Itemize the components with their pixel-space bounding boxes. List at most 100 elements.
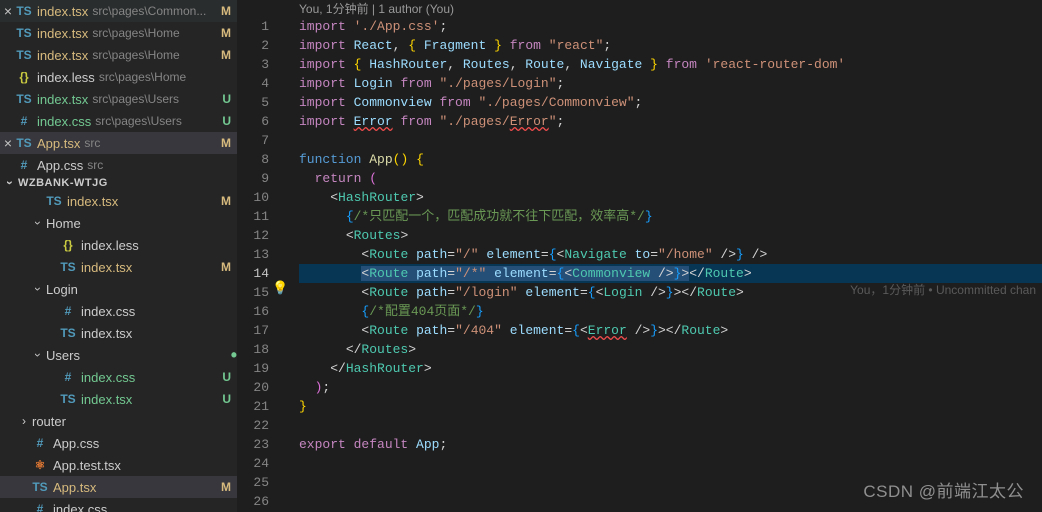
file-path: src\pages\Common... xyxy=(92,4,206,18)
file-name: index.tsx xyxy=(37,92,88,107)
file-name: index.tsx xyxy=(37,4,88,19)
code-line[interactable]: import { HashRouter, Routes, Route, Navi… xyxy=(299,55,1042,74)
tree-file-item[interactable]: TSApp.tsxM xyxy=(0,476,237,498)
file-icon: TS xyxy=(32,479,48,495)
file-name: index.tsx xyxy=(67,194,118,209)
open-editor-item[interactable]: ×TSindex.tsxsrc\pages\HomeM xyxy=(0,44,237,66)
code-line[interactable]: <HashRouter> xyxy=(299,188,1042,207)
open-editor-item[interactable]: ×{}index.lesssrc\pages\Home xyxy=(0,66,237,88)
git-status-badge: U xyxy=(222,392,231,406)
open-editor-item[interactable]: ×#index.csssrc\pages\UsersU xyxy=(0,110,237,132)
code-line[interactable] xyxy=(299,416,1042,435)
file-icon: TS xyxy=(16,3,32,19)
open-editor-item[interactable]: ×TSApp.tsxsrcM xyxy=(0,132,237,154)
file-path: src xyxy=(87,158,103,172)
line-number: 21 xyxy=(237,397,269,416)
tree-file-item[interactable]: TSindex.tsxU xyxy=(0,388,237,410)
code-line[interactable] xyxy=(299,454,1042,473)
file-path: src\pages\Home xyxy=(92,26,179,40)
code-line[interactable]: import Commonview from "./pages/Commonvi… xyxy=(299,93,1042,112)
file-icon: # xyxy=(60,303,76,319)
file-icon: TS xyxy=(16,135,32,151)
file-icon: # xyxy=(60,369,76,385)
sidebar: ×TSindex.tsxsrc\pages\Common...M×TSindex… xyxy=(0,0,237,512)
folder-name: Home xyxy=(46,216,81,231)
folder-row[interactable]: ›Users• xyxy=(0,344,237,366)
close-icon[interactable]: × xyxy=(0,135,16,151)
file-name: index.css xyxy=(53,502,107,512)
file-name: App.css xyxy=(37,158,83,173)
code-line[interactable]: import React, { Fragment } from "react"; xyxy=(299,36,1042,55)
line-number: 18 xyxy=(237,340,269,359)
line-number: 8 xyxy=(237,150,269,169)
tree-file-item[interactable]: TS index.tsx xyxy=(0,322,237,344)
open-editor-item[interactable]: ×TSindex.tsxsrc\pages\HomeM xyxy=(0,22,237,44)
open-editor-item[interactable]: ×#App.csssrc xyxy=(0,154,237,176)
file-icon: TS xyxy=(16,47,32,63)
file-path: src\pages\Users xyxy=(95,114,182,128)
code-line[interactable]: </HashRouter> xyxy=(299,359,1042,378)
close-icon[interactable]: × xyxy=(0,3,16,19)
file-icon: TS xyxy=(60,259,76,275)
file-name: App.css xyxy=(53,436,99,451)
code-line[interactable]: export default App; xyxy=(299,435,1042,454)
project-section-header[interactable]: › WZBANK-WTJG xyxy=(0,176,237,190)
code-line[interactable]: import Error from "./pages/Error"; xyxy=(299,112,1042,131)
code-line[interactable] xyxy=(299,131,1042,150)
code-line[interactable]: </Routes> xyxy=(299,340,1042,359)
file-name: index.tsx xyxy=(81,392,132,407)
chevron-icon: › xyxy=(31,347,45,363)
line-number: 19 xyxy=(237,359,269,378)
git-status-badge: M xyxy=(221,260,231,274)
tree-file-item[interactable]: TS index.tsx M xyxy=(0,256,237,278)
file-name: App.tsx xyxy=(37,136,80,151)
line-number: 11 xyxy=(237,207,269,226)
tree-file-item[interactable]: {}index.less xyxy=(0,234,237,256)
file-icon: TS xyxy=(16,91,32,107)
code-line[interactable]: return ( xyxy=(299,169,1042,188)
line-number: 23 xyxy=(237,435,269,454)
code-line[interactable]: import './App.css'; xyxy=(299,17,1042,36)
file-icon: TS xyxy=(16,25,32,41)
line-number: 5 xyxy=(237,93,269,112)
file-icon: TS xyxy=(60,325,76,341)
file-icon: ⚛ xyxy=(32,457,48,473)
code-area[interactable]: 1234567891011121314151617181920212223242… xyxy=(237,17,1042,512)
chevron-icon: › xyxy=(31,281,45,297)
folder-name: router xyxy=(32,414,66,429)
line-number: 3 xyxy=(237,55,269,74)
file-icon: # xyxy=(32,501,48,512)
open-editor-item[interactable]: ×TSindex.tsxsrc\pages\Common...M xyxy=(0,0,237,22)
code-line[interactable]: ); xyxy=(299,378,1042,397)
codelens[interactable]: You, 1分钟前 | 1 author (You) xyxy=(237,0,1042,17)
file-icon: # xyxy=(16,157,32,173)
code-lines[interactable]: import './App.css';import React, { Fragm… xyxy=(287,17,1042,512)
tree-file-item[interactable]: #index.cssU xyxy=(0,366,237,388)
code-line[interactable]: <Route path="/404" element={<Error />}><… xyxy=(299,321,1042,340)
folder-row[interactable]: ›router xyxy=(0,410,237,432)
folder-row[interactable]: ›Home xyxy=(0,212,237,234)
code-line[interactable]: {/*只匹配一个，匹配成功就不往下匹配，效率高*/} xyxy=(299,207,1042,226)
tree-file-item[interactable]: #index.css xyxy=(0,300,237,322)
file-icon: {} xyxy=(16,69,32,85)
file-name: index.tsx xyxy=(81,260,132,275)
code-line[interactable]: <Routes> xyxy=(299,226,1042,245)
tree-file-item[interactable]: TSindex.tsxM xyxy=(0,190,237,212)
folder-row[interactable]: ›Login xyxy=(0,278,237,300)
tree-file-item[interactable]: # index.css xyxy=(0,498,237,512)
open-editor-item[interactable]: ×TSindex.tsxsrc\pages\UsersU xyxy=(0,88,237,110)
file-name: index.tsx xyxy=(81,326,132,341)
git-status-badge: M xyxy=(221,26,231,40)
line-number: 17 xyxy=(237,321,269,340)
code-line[interactable]: import Login from "./pages/Login"; xyxy=(299,74,1042,93)
line-number-gutter: 1234567891011121314151617181920212223242… xyxy=(237,17,287,512)
lightbulb-icon[interactable]: 💡 xyxy=(272,281,286,296)
chevron-icon: › xyxy=(16,414,32,428)
code-line[interactable]: {/*配置404页面*/} xyxy=(299,302,1042,321)
tree-file-item[interactable]: #App.css xyxy=(0,432,237,454)
git-status-badge: M xyxy=(221,48,231,62)
tree-file-item[interactable]: ⚛App.test.tsx xyxy=(0,454,237,476)
code-line[interactable]: <Route path="/" element={<Navigate to="/… xyxy=(299,245,1042,264)
code-line[interactable]: function App() { xyxy=(299,150,1042,169)
code-line[interactable]: } xyxy=(299,397,1042,416)
